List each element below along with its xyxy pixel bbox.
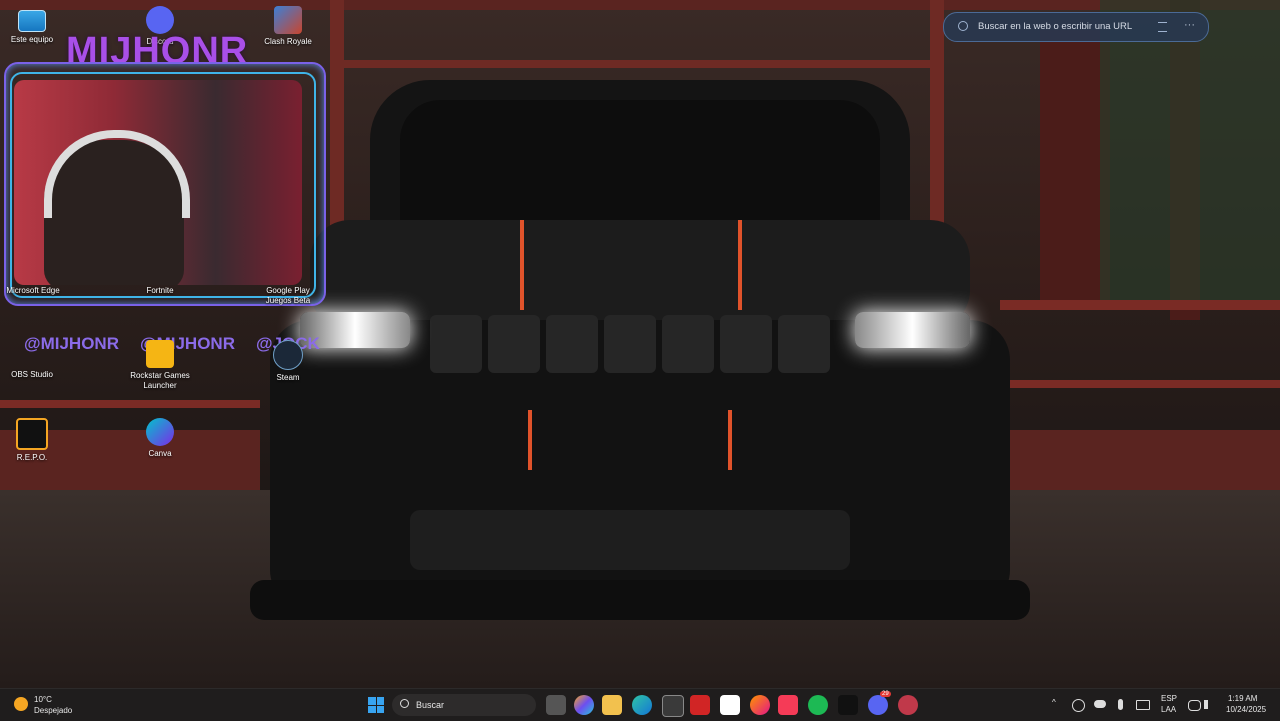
volume-icon[interactable] (1204, 700, 1218, 709)
filter-icon[interactable] (1158, 22, 1167, 32)
spotify-icon[interactable] (808, 695, 828, 715)
firefox-icon[interactable] (750, 695, 770, 715)
clash-royale-icon (274, 6, 302, 34)
moon-icon (14, 697, 28, 711)
chevron-up-icon[interactable]: ^ (1052, 698, 1056, 707)
edge-icon[interactable] (632, 695, 652, 715)
weather-desc: Despejado (34, 706, 73, 715)
taskbar: 10°C Despejado Buscar 29 ^ ESP LAA 1:19 … (0, 688, 1280, 721)
weather-temp: 10°C (34, 695, 52, 704)
amazon-icon[interactable] (720, 695, 740, 715)
start-button[interactable] (366, 695, 386, 715)
keyboard-layout-indicator[interactable]: LAA (1161, 705, 1176, 714)
edge-search-placeholder: Buscar en la web o escribir una URL (978, 21, 1133, 32)
desktop-icon-fortnite[interactable]: Fortnite (128, 286, 192, 296)
store-icon[interactable] (662, 695, 684, 717)
desktop-icon-microsoft-edge[interactable]: Microsoft Edge (0, 286, 66, 296)
keyboard-icon[interactable] (1136, 700, 1150, 710)
cloud-icon[interactable] (1094, 700, 1106, 708)
desktop-icon-este-equipo[interactable]: Este equipo (0, 6, 64, 45)
steam-icon (273, 340, 303, 370)
network-icon[interactable] (1188, 700, 1201, 711)
apple-music-icon[interactable] (778, 695, 798, 715)
more-options-icon[interactable]: ··· (1184, 19, 1195, 31)
rockstar-icon (146, 340, 174, 368)
snipping-tool-icon[interactable] (898, 695, 918, 715)
computer-icon (18, 10, 46, 32)
canva-icon (146, 418, 174, 446)
search-icon (400, 699, 409, 708)
webcam-feed (14, 80, 302, 285)
taskbar-search[interactable]: Buscar (392, 694, 536, 716)
desktop-icon-repo[interactable]: R.E.P.O. (0, 418, 64, 463)
microphone-icon[interactable] (1118, 699, 1123, 710)
desktop-icon-canva[interactable]: Canva (128, 418, 192, 459)
desktop-icon-google-play-juegos[interactable]: Google Play Juegos Beta (256, 286, 320, 306)
youtube-icon[interactable] (690, 695, 710, 715)
windows-icon (368, 697, 384, 713)
edge-search-bar[interactable]: Buscar en la web o escribir una URL ··· (943, 12, 1209, 42)
discord-taskbar-icon[interactable]: 29 (868, 691, 891, 715)
clock-time[interactable]: 1:19 AM (1228, 694, 1257, 703)
repo-icon (16, 418, 48, 450)
file-explorer-icon[interactable] (602, 695, 622, 715)
taskbar-search-label: Buscar (416, 700, 445, 710)
car-silhouette (250, 80, 1030, 640)
desktop-icon-clash-royale[interactable]: Clash Royale (256, 6, 320, 47)
sync-icon[interactable] (1072, 699, 1085, 712)
tiktok-icon[interactable] (838, 695, 858, 715)
copilot-icon[interactable] (574, 695, 594, 715)
headphones-shape (44, 130, 190, 218)
search-icon (958, 21, 968, 31)
desktop-icon-steam[interactable]: Steam (256, 340, 320, 383)
desktop-icon-rockstar[interactable]: Rockstar Games Launcher (128, 340, 192, 391)
notification-badge: 29 (880, 691, 891, 697)
language-indicator[interactable]: ESP (1161, 694, 1177, 703)
task-view-icon[interactable] (546, 695, 566, 715)
desktop-icon-obs-studio[interactable]: OBS Studio (0, 350, 64, 380)
clock-date[interactable]: 10/24/2025 (1226, 705, 1266, 714)
weather-widget[interactable]: 10°C Despejado (14, 693, 94, 717)
